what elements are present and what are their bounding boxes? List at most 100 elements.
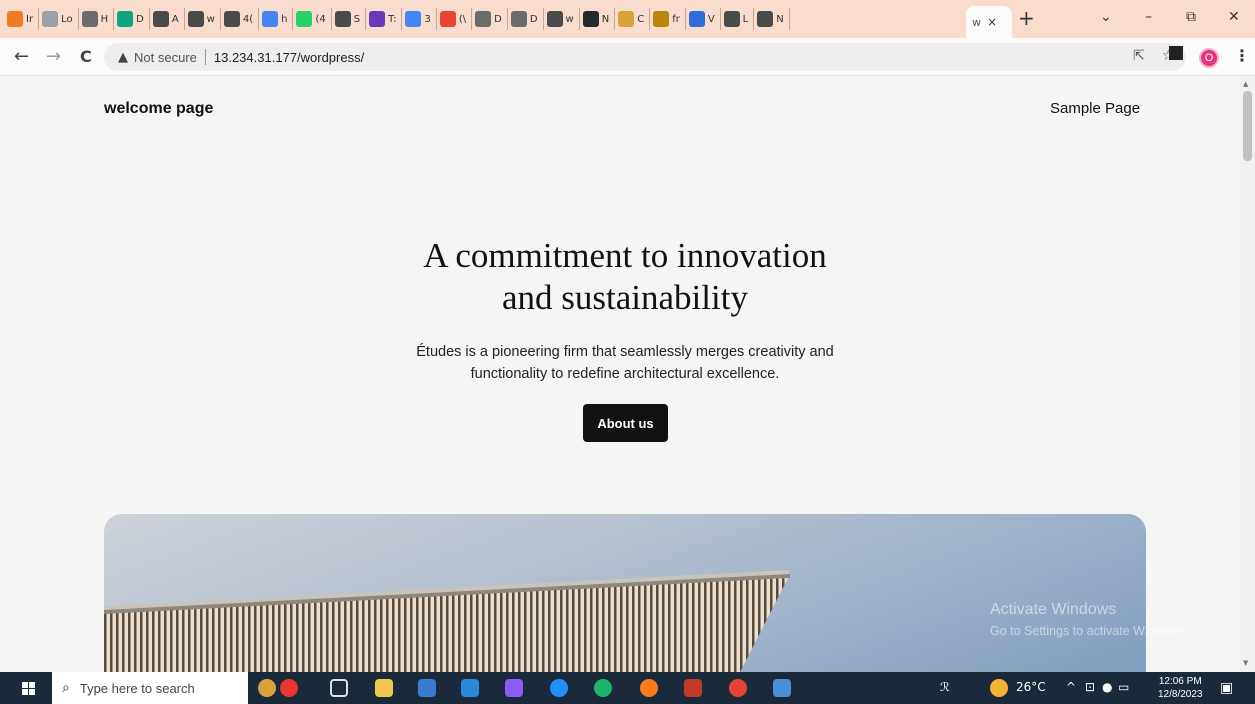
people-icon[interactable]: ℛ xyxy=(940,680,950,694)
browser-tab[interactable]: V xyxy=(686,8,721,30)
chatgpt-icon xyxy=(117,11,134,27)
file-explorer-icon[interactable] xyxy=(375,679,393,697)
mail-icon[interactable] xyxy=(461,679,479,697)
tab-label: h xyxy=(281,13,288,25)
clock-time: 12:06 PM xyxy=(1158,676,1202,687)
share-icon[interactable]: ⇱ xyxy=(1133,48,1145,64)
globe-icon xyxy=(334,11,351,27)
browser-tab[interactable]: h xyxy=(259,8,294,30)
kebab-menu-icon[interactable]: ⋮ xyxy=(1234,46,1250,65)
close-tab-icon[interactable]: × xyxy=(987,15,997,29)
url-text[interactable]: 13.234.31.177/wordpress/ xyxy=(214,50,364,65)
task-view-icon[interactable] xyxy=(330,679,348,697)
site-title[interactable]: welcome page xyxy=(104,100,213,118)
browser-tab[interactable]: C xyxy=(615,8,651,30)
side-panel-icon[interactable] xyxy=(1169,46,1183,60)
browser-tab[interactable]: L xyxy=(721,8,755,30)
browser-tab[interactable]: (\ xyxy=(437,8,473,30)
whatsapp-icon xyxy=(296,11,313,27)
search-placeholder: Type here to search xyxy=(79,680,195,696)
globe-icon xyxy=(546,11,563,27)
weather-icon[interactable] xyxy=(990,679,1008,697)
tab-label: fr xyxy=(672,13,680,25)
weather-temp[interactable]: 26°C xyxy=(1016,680,1046,694)
browser-tab[interactable]: (4 xyxy=(293,8,332,30)
new-tab-button[interactable]: + xyxy=(1018,6,1035,30)
edge-icon[interactable] xyxy=(594,679,612,697)
browser-tab[interactable]: A xyxy=(150,8,185,30)
scrollbar-thumb[interactable] xyxy=(1243,91,1252,161)
photos-icon[interactable] xyxy=(773,679,791,697)
about-us-button[interactable]: About us xyxy=(583,404,668,442)
tab-label: 3 xyxy=(424,13,431,25)
browser-tab[interactable]: D xyxy=(114,8,150,30)
reload-button[interactable]: C xyxy=(80,47,92,66)
browser-tab[interactable]: N xyxy=(754,8,790,30)
browser-tab[interactable]: w xyxy=(185,8,221,30)
volume-icon[interactable]: ▭ xyxy=(1118,680,1129,694)
browser-tab-strip: Ir Lo H D Aw 4(h (4 S T: 3 (\ D Dw N Cfr V L N w × + ⌄ – … xyxy=(0,0,1255,38)
scroll-down-arrow-icon[interactable]: ▼ xyxy=(1243,659,1248,667)
tab-search-icon[interactable]: ⌄ xyxy=(1100,9,1112,25)
close-window-button[interactable]: ✕ xyxy=(1228,9,1240,25)
page-scrollbar[interactable]: ▲ ▼ xyxy=(1240,77,1255,672)
address-bar[interactable]: ▲ Not secure 13.234.31.177/wordpress/ xyxy=(104,43,1186,71)
tab-label: C xyxy=(637,13,645,25)
browser-tab[interactable]: 4( xyxy=(221,8,260,30)
back-button[interactable]: ← xyxy=(14,46,29,67)
browser-tab[interactable]: Ir xyxy=(4,8,40,30)
gmail-icon xyxy=(439,11,456,27)
windows-start-icon[interactable] xyxy=(22,682,35,695)
network-icon[interactable]: ⊡ xyxy=(1085,680,1095,694)
browser-tab[interactable]: Lo xyxy=(39,8,79,30)
tab-label: w xyxy=(565,13,574,25)
browser-tab[interactable]: H xyxy=(79,8,115,30)
vpn-app-icon[interactable] xyxy=(505,679,523,697)
wordpress-icon xyxy=(475,11,492,27)
tab-label: (4 xyxy=(315,13,326,25)
tab-label: Ir xyxy=(26,13,34,25)
firefox-icon[interactable] xyxy=(640,679,658,697)
forward-button[interactable]: → xyxy=(46,46,61,67)
tab-label: N xyxy=(776,13,784,25)
store-icon[interactable] xyxy=(418,679,436,697)
browser-tab[interactable]: 3 xyxy=(402,8,437,30)
building-roof-illustration xyxy=(104,570,790,672)
notifications-icon[interactable]: ▣ xyxy=(1220,680,1233,696)
browser-tab[interactable]: T: xyxy=(366,8,403,30)
app-icon[interactable] xyxy=(550,679,568,697)
clock-date: 12/8/2023 xyxy=(1158,689,1203,700)
winrar-icon[interactable] xyxy=(684,679,702,697)
scroll-up-arrow-icon[interactable]: ▲ xyxy=(1243,80,1248,88)
app-tray-icon[interactable]: ● xyxy=(1102,680,1112,694)
browser-tab[interactable]: S xyxy=(332,8,367,30)
nav-link-sample-page[interactable]: Sample Page xyxy=(1050,100,1140,117)
tray-chevron-icon[interactable]: ^ xyxy=(1066,680,1076,694)
browser-tab[interactable]: D xyxy=(508,8,544,30)
browser-tab[interactable]: w xyxy=(544,8,580,30)
google-icon xyxy=(262,11,279,27)
warning-icon[interactable]: ▲ xyxy=(118,50,128,65)
flag-icon xyxy=(688,11,705,27)
wordpress-icon xyxy=(510,11,527,27)
tab-label: 4( xyxy=(242,13,254,25)
red-app-icon[interactable] xyxy=(280,679,298,697)
taskbar-clock[interactable]: 12:06 PM 12/8/2023 xyxy=(1158,675,1203,701)
tab-list: Ir Lo H D Aw 4(h (4 S T: 3 (\ D Dw N Cfr V L N xyxy=(4,8,790,30)
browser-tab[interactable]: fr xyxy=(650,8,686,30)
globe-icon xyxy=(223,11,240,27)
browser-tab[interactable]: D xyxy=(472,8,508,30)
orange-square-icon xyxy=(7,11,23,27)
profile-avatar[interactable]: O xyxy=(1199,48,1219,68)
taskbar-search[interactable]: ⌕ Type here to search xyxy=(52,672,248,704)
gingerbread-icon[interactable] xyxy=(258,679,276,697)
browser-tab[interactable]: N xyxy=(580,8,616,30)
security-label[interactable]: Not secure xyxy=(134,50,197,65)
minimize-button[interactable]: – xyxy=(1145,9,1152,25)
wordpress-icon xyxy=(81,11,98,27)
restore-button[interactable]: ⧉ xyxy=(1186,9,1196,25)
active-tab[interactable]: w × xyxy=(966,6,1012,38)
hero-description-line1: Études is a pioneering firm that seamles… xyxy=(416,344,834,360)
tab-label: Lo xyxy=(61,13,73,25)
chrome-icon[interactable] xyxy=(729,679,747,697)
